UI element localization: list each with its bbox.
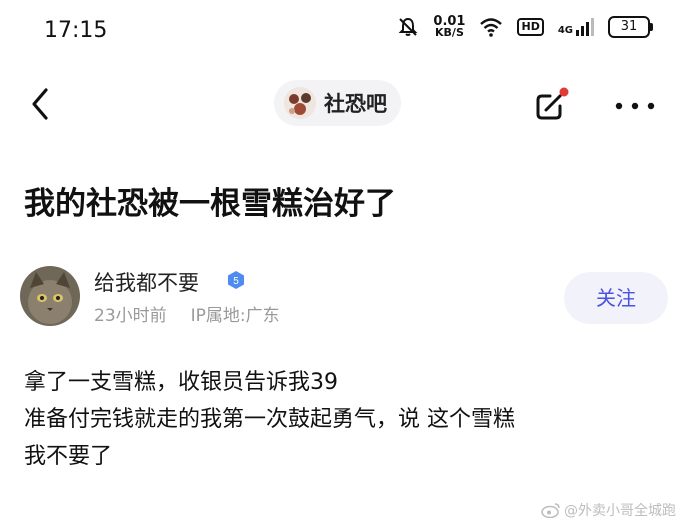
nav-bar: 社恐吧 — [0, 72, 690, 136]
post-meta: 23小时前 IP属地:广东 — [94, 301, 280, 326]
post-title: 我的社恐被一根雪糕治好了 — [24, 186, 396, 222]
notification-dot — [559, 87, 569, 97]
cellular-signal: 4G — [558, 18, 594, 36]
content-line: 我不要了 — [24, 444, 113, 469]
author-avatar[interactable] — [20, 266, 80, 326]
edit-post-icon[interactable] — [530, 86, 570, 126]
net-speed: 0.01 KB/S — [433, 15, 465, 39]
mute-bell-icon — [398, 17, 418, 36]
content-line: 拿了一支雪糕，收银员告诉我39 — [24, 370, 338, 395]
follow-button[interactable]: 关注 — [564, 272, 668, 324]
back-arrow-icon[interactable] — [26, 86, 56, 122]
post-content: 拿了一支雪糕，收银员告诉我39 准备付完钱就走的我第一次鼓起勇气，说 这个雪糕 … — [24, 364, 515, 475]
author-name[interactable]: 给我都不要 — [94, 267, 199, 297]
watermark: @外卖小哥全城跑 — [541, 500, 676, 520]
hd-voice-badge: HD — [517, 18, 544, 36]
post-time: 23小时前 — [94, 306, 167, 326]
status-time: 17:15 — [44, 18, 108, 43]
forum-name: 社恐吧 — [324, 92, 387, 116]
level-number: 5 — [233, 276, 239, 287]
network-type: 4G — [557, 25, 573, 36]
wifi-icon — [480, 18, 503, 37]
battery-indicator: 31 — [608, 16, 653, 38]
net-speed-unit: KB/S — [435, 26, 464, 39]
more-options-icon[interactable] — [612, 100, 658, 112]
status-icons: 0.01 KB/S HD 4G 31 — [397, 15, 653, 39]
level-badge-icon: 5 — [228, 271, 244, 289]
signal-bars-icon — [576, 18, 594, 36]
forum-pill[interactable]: 社恐吧 — [274, 80, 401, 126]
content-line: 准备付完钱就走的我第一次鼓起勇气，说 这个雪糕 — [24, 407, 515, 432]
ip-location: IP属地:广东 — [190, 306, 280, 326]
forum-avatar-icon — [284, 87, 316, 119]
watermark-text: @外卖小哥全城跑 — [564, 503, 676, 519]
status-bar: 17:15 0.01 KB/S HD 4G 31 — [0, 0, 690, 62]
weibo-logo-icon — [541, 503, 560, 518]
